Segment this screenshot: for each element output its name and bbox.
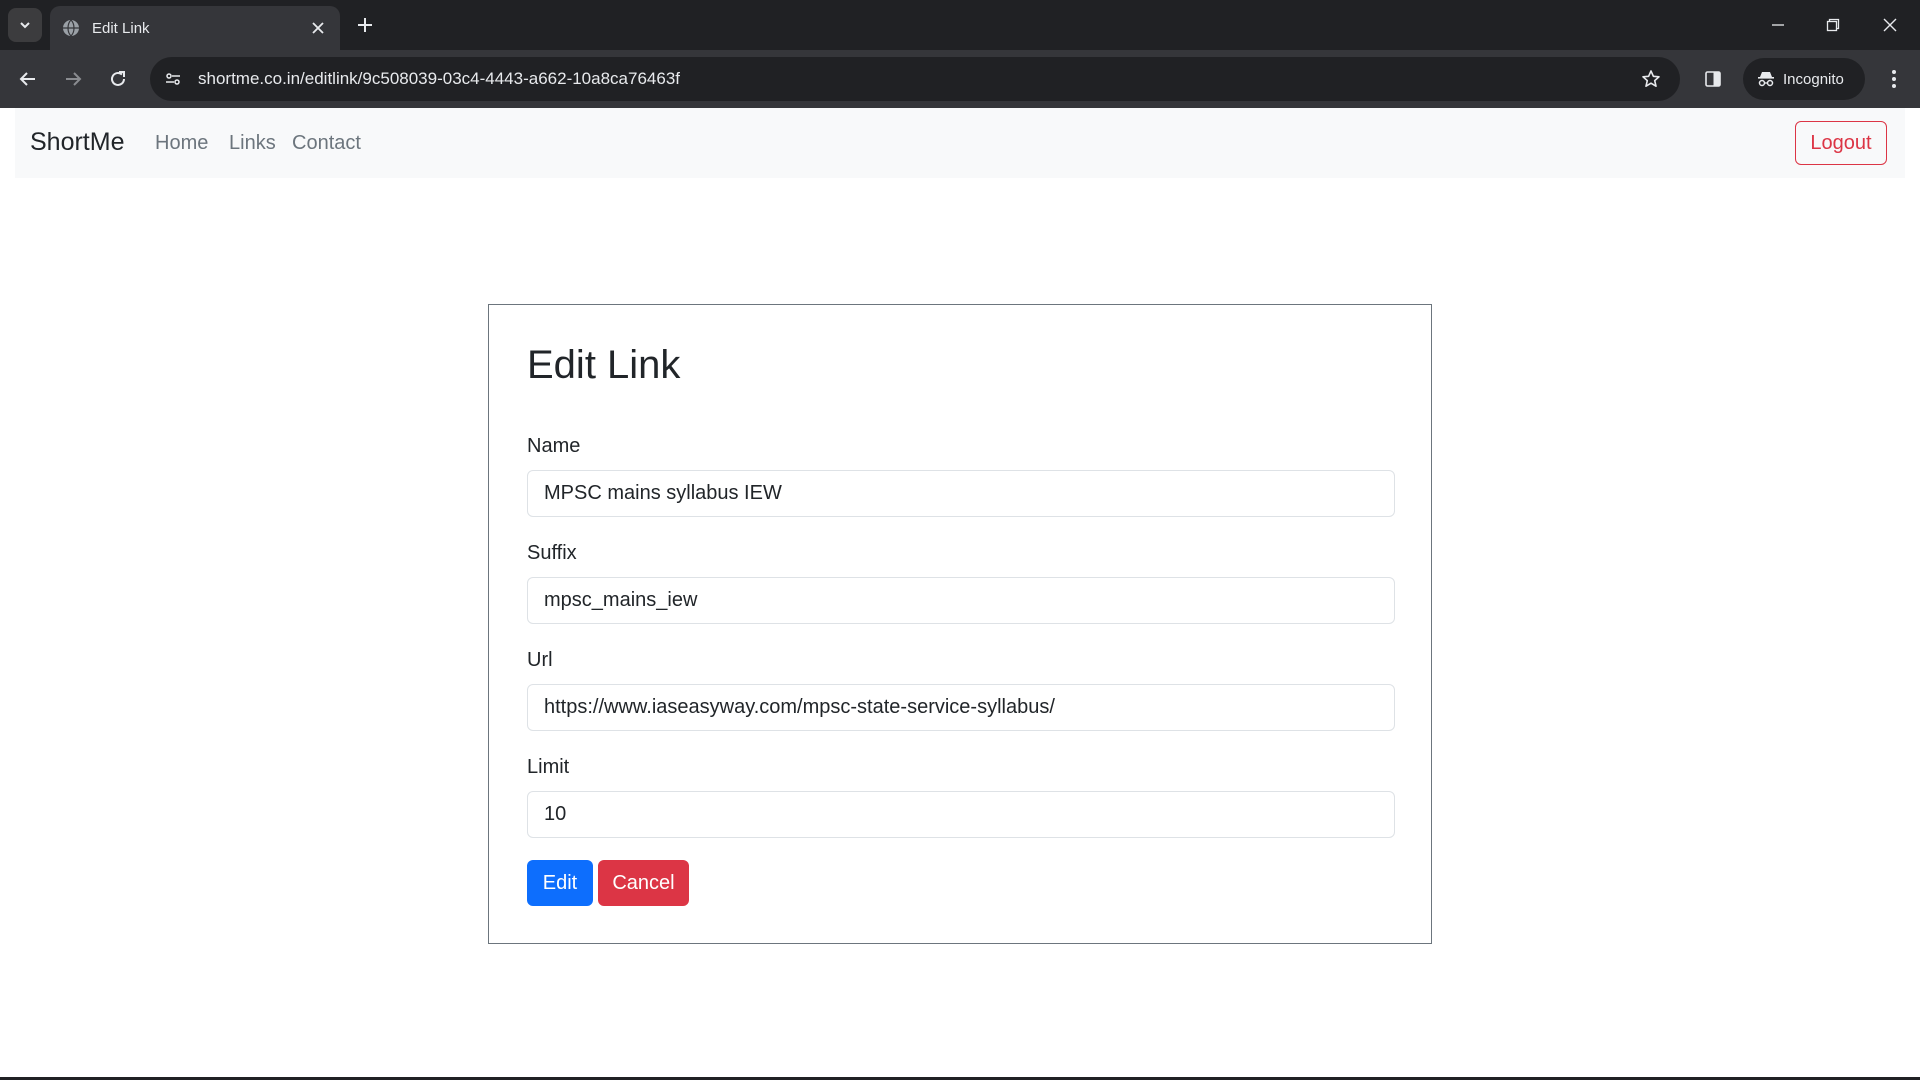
limit-label: Limit — [527, 756, 570, 778]
reload-button[interactable] — [102, 63, 134, 95]
name-input[interactable] — [527, 470, 1395, 517]
logout-button[interactable]: Logout — [1795, 121, 1887, 165]
minimize-button[interactable] — [1758, 8, 1798, 42]
cancel-button[interactable]: Cancel — [598, 860, 689, 906]
tab-title: Edit Link — [92, 19, 150, 37]
site-navbar: ShortMe Home Links Contact Logout — [15, 108, 1905, 178]
browser-tab-strip: Edit Link — [0, 0, 1920, 50]
incognito-badge[interactable]: Incognito — [1743, 58, 1865, 100]
back-button[interactable] — [12, 63, 44, 95]
browser-tab[interactable]: Edit Link — [50, 6, 340, 50]
site-info-icon[interactable] — [158, 64, 188, 94]
globe-icon — [62, 19, 80, 37]
chevron-down-icon — [20, 22, 30, 29]
limit-input[interactable] — [527, 791, 1395, 838]
close-icon — [1883, 18, 1897, 32]
brand-logo[interactable]: ShortMe — [30, 128, 124, 157]
new-tab-button[interactable] — [352, 12, 378, 38]
close-icon[interactable] — [306, 16, 330, 40]
incognito-label: Incognito — [1783, 70, 1844, 88]
forward-arrow-icon — [66, 72, 82, 86]
browser-menu-button[interactable] — [1878, 63, 1910, 95]
edit-button[interactable]: Edit — [527, 860, 593, 906]
reload-icon — [111, 71, 125, 86]
restore-icon — [1826, 18, 1840, 32]
suffix-label: Suffix — [527, 542, 577, 564]
edit-link-card: Edit Link Name Suffix Url Limit Edit Can… — [488, 304, 1432, 944]
restore-button[interactable] — [1813, 8, 1853, 42]
url-input[interactable] — [527, 684, 1395, 731]
forward-button[interactable] — [57, 63, 89, 95]
star-icon[interactable] — [1636, 64, 1666, 94]
minimize-icon — [1772, 24, 1784, 26]
nav-link-home[interactable]: Home — [155, 132, 208, 155]
page-title: Edit Link — [527, 343, 681, 387]
close-window-button[interactable] — [1870, 8, 1910, 42]
tab-search-button[interactable] — [8, 8, 42, 42]
suffix-input[interactable] — [527, 577, 1395, 624]
nav-link-contact[interactable]: Contact — [292, 132, 361, 155]
url-text[interactable]: shortme.co.in/editlink/9c508039-03c4-444… — [198, 69, 1636, 89]
back-arrow-icon — [19, 72, 35, 86]
address-bar[interactable]: shortme.co.in/editlink/9c508039-03c4-444… — [150, 57, 1680, 101]
side-panel-icon — [1705, 71, 1721, 87]
url-label: Url — [527, 649, 553, 671]
more-vert-icon — [1892, 70, 1896, 88]
incognito-icon — [1757, 71, 1775, 87]
side-panel-button[interactable] — [1697, 63, 1729, 95]
name-label: Name — [527, 435, 581, 457]
nav-link-links[interactable]: Links — [229, 132, 276, 155]
browser-toolbar: shortme.co.in/editlink/9c508039-03c4-444… — [0, 50, 1920, 108]
plus-icon — [358, 18, 372, 32]
